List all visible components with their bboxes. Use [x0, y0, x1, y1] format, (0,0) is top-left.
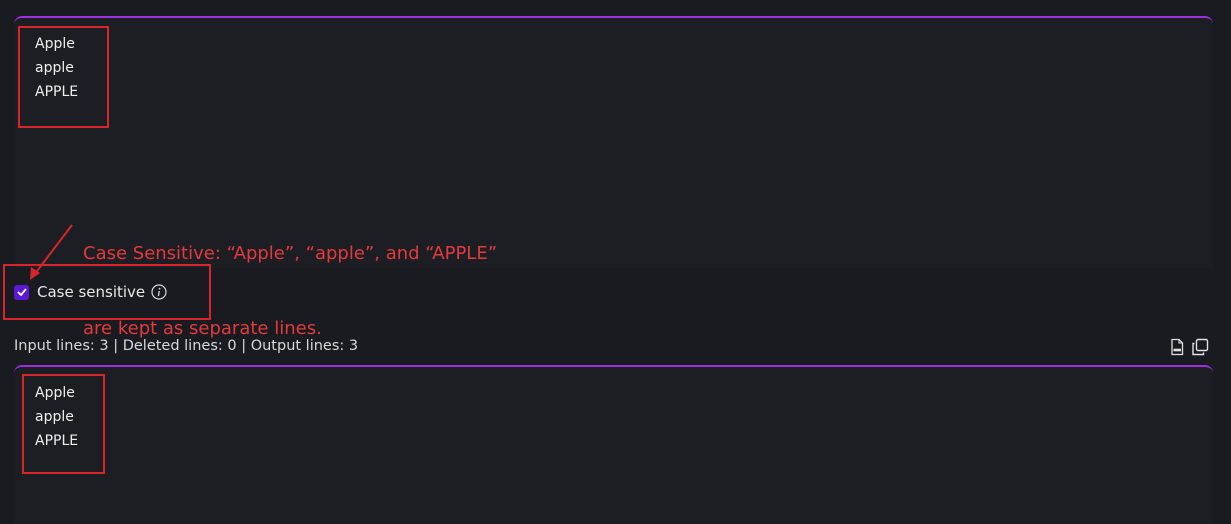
- copy-icon[interactable]: [1191, 338, 1209, 356]
- csv-download-icon[interactable]: [1168, 338, 1186, 356]
- output-textarea[interactable]: Apple apple APPLE: [14, 365, 1213, 524]
- output-highlight-box: [22, 374, 105, 474]
- input-highlight-box: [18, 26, 109, 128]
- annotation-line-1: Case Sensitive: “Apple”, “apple”, and “A…: [83, 243, 498, 264]
- case-sensitive-option[interactable]: Case sensitive: [14, 282, 167, 302]
- case-sensitive-label[interactable]: Case sensitive: [37, 283, 145, 301]
- check-icon: [16, 288, 27, 296]
- info-icon[interactable]: [151, 284, 167, 300]
- case-sensitive-checkbox[interactable]: [14, 284, 29, 300]
- output-toolbar: [1168, 338, 1209, 356]
- page: Apple apple APPLE Case Sensitive: “Apple…: [0, 0, 1231, 524]
- line-stats: Input lines: 3 | Deleted lines: 0 | Outp…: [14, 338, 359, 354]
